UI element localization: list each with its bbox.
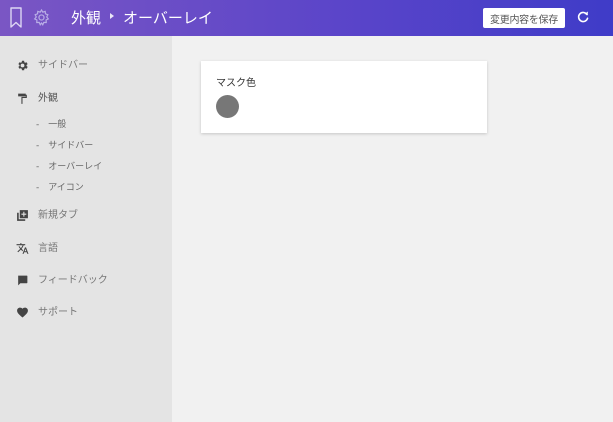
sidebar-subitem-label: - アイコン	[36, 183, 84, 193]
sidebar-subitem-label: - サイドバー	[36, 141, 94, 151]
breadcrumb-overlay: オーバーレイ	[123, 9, 213, 27]
mask-color-label: マスク色	[216, 78, 256, 89]
gear-icon[interactable]	[32, 8, 51, 27]
sidebar-item-label: 新規タブ	[38, 210, 78, 221]
sidebar: サイドバー 外観 - 一般 - サイドバー - オーバーレイ - アイコン 新規…	[0, 36, 172, 422]
new-tab-icon	[17, 210, 28, 221]
sidebar-item-label: 外観	[38, 93, 58, 104]
paint-roller-icon	[18, 93, 27, 104]
sidebar-item-support[interactable]: サポート	[0, 303, 172, 323]
sidebar-item-language[interactable]: 言語	[0, 239, 172, 259]
sidebar-item-label: サポート	[38, 307, 78, 318]
sidebar-item-new-tab[interactable]: 新規タブ	[0, 206, 172, 226]
bookmark-icon[interactable]	[9, 7, 23, 29]
mask-color-swatch[interactable]	[216, 95, 239, 118]
sidebar-item-sidebar[interactable]: サイドバー	[0, 56, 172, 76]
sidebar-subitem-overlay[interactable]: - オーバーレイ	[0, 160, 172, 176]
breadcrumb-separator-icon	[110, 13, 115, 19]
translate-icon	[16, 243, 29, 254]
sidebar-item-label: 言語	[38, 243, 58, 254]
save-changes-button[interactable]: 変更内容を保存	[483, 8, 565, 28]
sidebar-subitem-label: - オーバーレイ	[36, 162, 103, 172]
gear-icon	[18, 60, 28, 71]
sidebar-item-appearance[interactable]: 外観	[0, 89, 172, 109]
breadcrumb: 外観 オーバーレイ	[71, 9, 213, 27]
reload-icon[interactable]	[576, 9, 590, 25]
heart-icon	[17, 307, 28, 318]
sidebar-item-label: サイドバー	[38, 60, 88, 71]
sidebar-subitem-label: - 一般	[36, 120, 67, 130]
sidebar-item-feedback[interactable]: フィードバック	[0, 271, 172, 291]
comment-icon	[18, 275, 28, 286]
mask-color-card: マスク色	[201, 61, 487, 133]
sidebar-subitem-sidebar[interactable]: - サイドバー	[0, 139, 172, 155]
sidebar-subitem-general[interactable]: - 一般	[0, 118, 172, 134]
breadcrumb-appearance[interactable]: 外観	[71, 9, 101, 27]
sidebar-subitem-icon[interactable]: - アイコン	[0, 181, 172, 197]
top-bar: 外観 オーバーレイ 変更内容を保存	[0, 0, 613, 36]
sidebar-item-label: フィードバック	[38, 275, 108, 286]
